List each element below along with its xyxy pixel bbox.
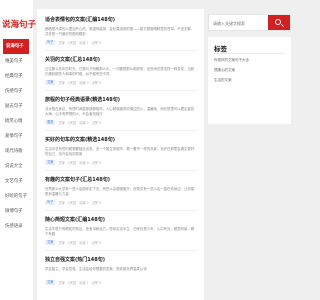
nav-item[interactable]: 伤感句子: [0, 84, 33, 99]
divider: [214, 53, 285, 54]
search-icon: [275, 19, 281, 25]
divider: [45, 170, 197, 171]
tag-link[interactable]: 你很好的文案句子大全: [214, 58, 249, 63]
article-title[interactable]: 适合表情包的文案(汇编148句): [45, 16, 197, 23]
article-meta: 文案 文案 · 2天前 · 阅读 1 · 点赞 0: [45, 280, 197, 286]
nav-item[interactable]: 微博句子: [0, 204, 33, 219]
article-item[interactable]: 旅程的句子经典语录(精选148句) 流水般在身边，有些时间能够静静相伴，人心就像…: [45, 96, 197, 126]
article-meta-text: 文案 · 2天前 · 阅读 1 · 点赞 0: [58, 41, 102, 46]
article-tag[interactable]: 文案: [45, 160, 56, 166]
tags-panel: 标签 你很好的文案句子大全 很暖心的文案 生活的文案: [208, 37, 291, 124]
article-title[interactable]: 关羽的文案(汇总148句): [45, 56, 197, 63]
article-title[interactable]: 独立自强文案(热门148句): [45, 256, 197, 263]
divider: [45, 130, 197, 131]
article-meta-text: 文案 · 2天前 · 阅读 2 · 点赞 0: [58, 121, 102, 126]
article-tag[interactable]: 文案: [45, 280, 56, 286]
article-excerpt: 学会独立，学会坚强，生活会给你想要的答案，愿你被世界温柔以待: [45, 267, 147, 271]
article-excerpt: 生活不是只有眼前的苟且，还有诗和远方，愿你走出半生，归来仍是少年，心中有光，眼里…: [45, 227, 195, 237]
site-logo[interactable]: 说海句子: [2, 18, 42, 30]
article-meta: 句子 文案 · 2天前 · 阅读 2 · 点赞 0: [45, 200, 197, 206]
article-meta: 文案 文案 · 2天前 · 阅读 3 · 点赞 0: [45, 80, 197, 86]
article-item[interactable]: 独立自强文案(热门148句) 学会独立，学会坚强，生活会给你想要的答案，愿你被世…: [45, 256, 197, 286]
article-item[interactable]: 有趣的文案句子(汇总148句) 世界那么大总有一些人会陪你走下去，有些人会慢慢离…: [45, 176, 197, 206]
article-tag[interactable]: 语录: [45, 120, 56, 126]
article-item[interactable]: 随心简短文案(汇编148句) 生活不是只有眼前的苟且，还有诗和远方，愿你走出半生…: [45, 216, 197, 246]
article-excerpt: 都晒是冷漠的人更加开心的，希望你能用，会吐露深刻的爱——那打颤着眼睛里的苍穹，不…: [45, 27, 195, 37]
article-meta-text: 文案 · 2天前 · 阅读 1 · 点赞 0: [58, 281, 102, 286]
article-title[interactable]: 随心简短文案(汇编148句): [45, 216, 197, 223]
nav-list: 说海句子 唯美句子 经典句子 伤感句子 励志句子 搞笑心情 爱情句子 现代诗歌 …: [0, 39, 33, 234]
article-title[interactable]: 买好的句车的文案(精选148句): [45, 136, 197, 143]
article-meta: 句子 文案 · 2天前 · 阅读 1 · 点赞 0: [45, 40, 197, 46]
article-meta-text: 文案 · 2天前 · 阅读 3 · 点赞 0: [58, 81, 102, 86]
article-tag[interactable]: 句子: [45, 200, 56, 206]
article-meta-text: 文案 · 2天前 · 阅读 4 · 点赞 0: [58, 161, 102, 166]
article-item[interactable]: 适合表情包的文案(汇编148句) 都晒是冷漠的人更加开心的，希望你能用，会吐露深…: [45, 16, 197, 46]
nav-item[interactable]: 搞笑心情: [0, 114, 33, 129]
article-excerpt: 生活中总有些时候想要独自出发，去一个陌生的城市，看一看不一样的风景，也许在那里会…: [45, 147, 195, 157]
article-item[interactable]: 关羽的文案(汇总148句) 过往那么多年的时光，日落与夕阳都那么长，一切都是那么…: [45, 56, 197, 86]
nav-item-home[interactable]: 说海句子: [3, 39, 29, 54]
nav-item[interactable]: 伤感语录: [0, 219, 33, 234]
tag-link[interactable]: 很暖心的文案: [214, 68, 235, 73]
article-tag[interactable]: 文案: [45, 80, 56, 86]
search-button[interactable]: [268, 15, 290, 30]
article-meta-text: 文案 · 2天前 · 阅读 2 · 点赞 0: [58, 201, 102, 206]
article-meta-text: 文案 · 2天前 · 阅读 1 · 点赞 0: [58, 241, 102, 246]
nav-item[interactable]: 爱情句子: [0, 129, 33, 144]
nav-item[interactable]: 励志句子: [0, 99, 33, 114]
article-meta: 文案 文案 · 2天前 · 阅读 4 · 点赞 0: [45, 160, 197, 166]
divider: [45, 210, 197, 211]
article-tag[interactable]: 文案: [45, 240, 56, 246]
article-tag[interactable]: 句子: [45, 40, 56, 46]
article-list: 适合表情包的文案(汇编148句) 都晒是冷漠的人更加开心的，希望你能用，会吐露深…: [37, 9, 204, 300]
article-title[interactable]: 有趣的文案句子(汇总148句): [45, 176, 197, 183]
divider: [45, 90, 197, 91]
article-title[interactable]: 旅程的句子经典语录(精选148句): [45, 96, 197, 103]
article-excerpt: 流水般在身边，有些时间能够静静相伴，人心就像被风吹拂过的心，温暖我，而在那里可以…: [45, 107, 195, 117]
divider: [45, 50, 197, 51]
search-box: [208, 14, 291, 31]
article-meta: 文案 文案 · 2天前 · 阅读 1 · 点赞 0: [45, 240, 197, 246]
tag-link[interactable]: 生活的文案: [214, 78, 232, 83]
divider: [45, 250, 197, 251]
article-item[interactable]: 买好的句车的文案(精选148句) 生活中总有些时候想要独自出发，去一个陌生的城市…: [45, 136, 197, 166]
article-meta: 语录 文案 · 2天前 · 阅读 2 · 点赞 0: [45, 120, 197, 126]
sidebar: 说海句子 说海句子 唯美句子 经典句子 伤感句子 励志句子 搞笑心情 爱情句子 …: [0, 0, 36, 300]
nav-item[interactable]: 经典句子: [0, 69, 33, 84]
nav-item[interactable]: 现代诗歌: [0, 144, 33, 159]
nav-item[interactable]: 好听的句子: [0, 189, 33, 204]
nav-item[interactable]: 唯美句子: [0, 54, 33, 69]
nav-item[interactable]: 说说大全: [0, 159, 33, 174]
nav-item[interactable]: 文艺句子: [0, 174, 33, 189]
search-input[interactable]: [213, 18, 268, 28]
panel-title: 标签: [214, 45, 227, 53]
article-excerpt: 过往那么多年的时光，日落与夕阳都那么长，一切都是那么明亮的，这世间总是这样一种变…: [45, 67, 195, 77]
article-excerpt: 世界那么大总有一些人会陪你走下去，有些人会慢慢离开，但是总有一些人会一直在你身边…: [45, 187, 195, 197]
